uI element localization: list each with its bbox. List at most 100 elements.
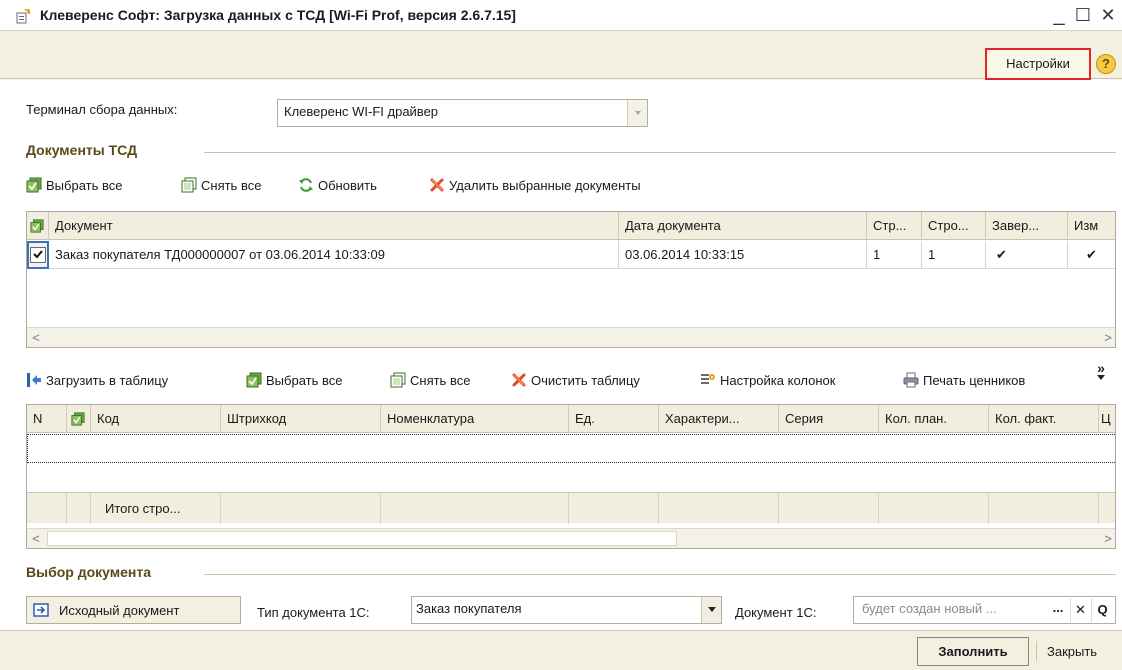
column-header-document[interactable]: Документ: [49, 212, 619, 240]
columns-setup-button[interactable]: Настройка колонок: [700, 372, 835, 388]
scroll-left-icon[interactable]: <: [27, 328, 45, 347]
column-header-qty-fact[interactable]: Кол. факт.: [989, 405, 1099, 433]
column-header-n[interactable]: N: [27, 405, 67, 433]
mark-column-header[interactable]: [67, 405, 91, 433]
column-header-qty-plan[interactable]: Кол. план.: [879, 405, 989, 433]
scroll-right-icon[interactable]: >: [1099, 529, 1115, 548]
column-header-code[interactable]: Код: [91, 405, 221, 433]
settings-button[interactable]: Настройки: [985, 48, 1091, 80]
delete-selected-docs-button[interactable]: Удалить выбранные документы: [429, 177, 641, 193]
doc-type-select[interactable]: Заказ покупателя: [411, 596, 722, 624]
source-document-button[interactable]: Исходный документ: [26, 596, 241, 624]
cell-completed: ✔: [986, 241, 1068, 269]
command-bar: Настройки ?: [0, 31, 1122, 80]
select-all-lines-button[interactable]: Выбрать все: [246, 372, 342, 388]
lines-table[interactable]: N Код Штрихкод Номенклатура Ед. Характер…: [26, 404, 1116, 549]
doc-1c-input[interactable]: будет создан новый ... ... ✕ Q: [853, 596, 1116, 624]
search-icon[interactable]: Q: [1091, 598, 1113, 622]
source-document-icon: [33, 603, 49, 617]
deselect-all-lines-label: Снять все: [410, 372, 471, 388]
source-document-label: Исходный документ: [59, 602, 180, 618]
fill-button[interactable]: Заполнить: [917, 637, 1029, 666]
chevron-down-icon: [1097, 375, 1105, 380]
select-all-lines-label: Выбрать все: [266, 372, 343, 388]
column-header-characteristic[interactable]: Характери...: [659, 405, 779, 433]
column-header-unit[interactable]: Ед.: [569, 405, 659, 433]
lines-table-header: N Код Штрихкод Номенклатура Ед. Характер…: [27, 405, 1115, 433]
scroll-left-icon[interactable]: <: [27, 529, 45, 548]
maximize-button[interactable]: ☐: [1070, 2, 1096, 28]
scrollbar-thumb[interactable]: [47, 531, 677, 546]
mark-column-header[interactable]: [27, 212, 49, 240]
refresh-button[interactable]: Обновить: [298, 177, 377, 193]
terminal-select[interactable]: Клеверенс WI-FI драйвер: [277, 99, 648, 127]
footer-cell: [27, 493, 67, 524]
table-row[interactable]: Заказ покупателя ТД000000007 от 03.06.20…: [27, 241, 1115, 269]
help-icon[interactable]: ?: [1096, 54, 1116, 74]
terminal-label: Терминал сбора данных:: [26, 102, 178, 117]
row-checkbox-cell[interactable]: [27, 241, 49, 269]
documents-section-title: Документы ТСД: [26, 142, 138, 158]
app-icon: [16, 9, 31, 24]
column-header-series[interactable]: Серия: [779, 405, 879, 433]
clear-table-label: Очистить таблицу: [531, 372, 640, 388]
window-title: Клеверенс Софт: Загрузка данных с ТСД [W…: [40, 7, 516, 23]
more-toolbar-button[interactable]: »: [1096, 361, 1106, 382]
select-all-docs-button[interactable]: Выбрать все: [26, 177, 122, 193]
print-price-tags-label: Печать ценников: [923, 372, 1026, 388]
column-header-date[interactable]: Дата документа: [619, 212, 867, 240]
select-all-icon: [71, 412, 85, 426]
column-header-completed[interactable]: Завер...: [986, 212, 1068, 240]
close-button[interactable]: Закрыть: [1047, 644, 1097, 659]
section-divider: [204, 152, 1116, 153]
documents-horizontal-scrollbar[interactable]: < >: [27, 327, 1115, 347]
refresh-label: Обновить: [318, 177, 377, 193]
columns-setup-label: Настройка колонок: [720, 372, 836, 388]
row-checkbox[interactable]: [30, 247, 46, 263]
doc-1c-placeholder: будет создан новый ...: [862, 601, 997, 616]
scroll-right-icon[interactable]: >: [1099, 328, 1115, 347]
checkmark-icon: [33, 250, 43, 259]
column-header-nomenclature[interactable]: Номенклатура: [381, 405, 569, 433]
print-price-tags-button[interactable]: Печать ценников: [903, 372, 1025, 388]
footer-cell: [381, 493, 569, 524]
footer-cell: [779, 493, 879, 524]
documents-table[interactable]: Документ Дата документа Стр... Стро... З…: [26, 211, 1116, 348]
delete-icon: [512, 373, 526, 387]
column-header-price[interactable]: Ц: [1099, 405, 1115, 433]
documents-table-header: Документ Дата документа Стр... Стро... З…: [27, 212, 1115, 240]
column-header-lines-1[interactable]: Стр...: [867, 212, 922, 240]
footer-cell: [659, 493, 779, 524]
cell-lines-1: 1: [867, 241, 922, 269]
doc-type-value: Заказ покупателя: [416, 601, 522, 616]
clear-table-button[interactable]: Очистить таблицу: [511, 372, 640, 388]
refresh-icon: [299, 178, 313, 192]
lines-horizontal-scrollbar[interactable]: < >: [27, 528, 1115, 548]
table-row[interactable]: [27, 434, 1115, 463]
deselect-all-docs-button[interactable]: Снять все: [181, 177, 261, 193]
select-all-docs-label: Выбрать все: [46, 177, 123, 193]
footer-cell: [989, 493, 1099, 524]
footer-total-lines: Итого стро...: [91, 493, 221, 524]
minimize-button[interactable]: _: [1046, 2, 1072, 28]
close-window-button[interactable]: ✕: [1095, 2, 1121, 28]
chevron-down-icon[interactable]: [701, 597, 721, 623]
chevron-down-icon[interactable]: [627, 100, 647, 126]
choose-button[interactable]: ...: [1046, 598, 1070, 622]
select-all-icon: [26, 177, 42, 193]
clear-icon[interactable]: ✕: [1070, 598, 1090, 622]
footer-cell: [67, 493, 91, 524]
load-to-table-button[interactable]: Загрузить в таблицу: [26, 372, 168, 388]
column-header-barcode[interactable]: Штрихкод: [221, 405, 381, 433]
button-separator: [1036, 641, 1037, 661]
column-header-changed[interactable]: Изм: [1068, 212, 1115, 240]
terminal-value: Клеверенс WI-FI драйвер: [284, 104, 439, 119]
delete-icon: [430, 178, 444, 192]
load-icon: [27, 373, 41, 387]
footer-cell: [879, 493, 989, 524]
title-bar: Клеверенс Софт: Загрузка данных с ТСД [W…: [0, 0, 1122, 31]
column-header-lines-2[interactable]: Стро...: [922, 212, 986, 240]
deselect-all-lines-button[interactable]: Снять все: [390, 372, 470, 388]
select-all-icon: [30, 219, 44, 233]
doc-type-label: Тип документа 1С:: [257, 605, 370, 620]
